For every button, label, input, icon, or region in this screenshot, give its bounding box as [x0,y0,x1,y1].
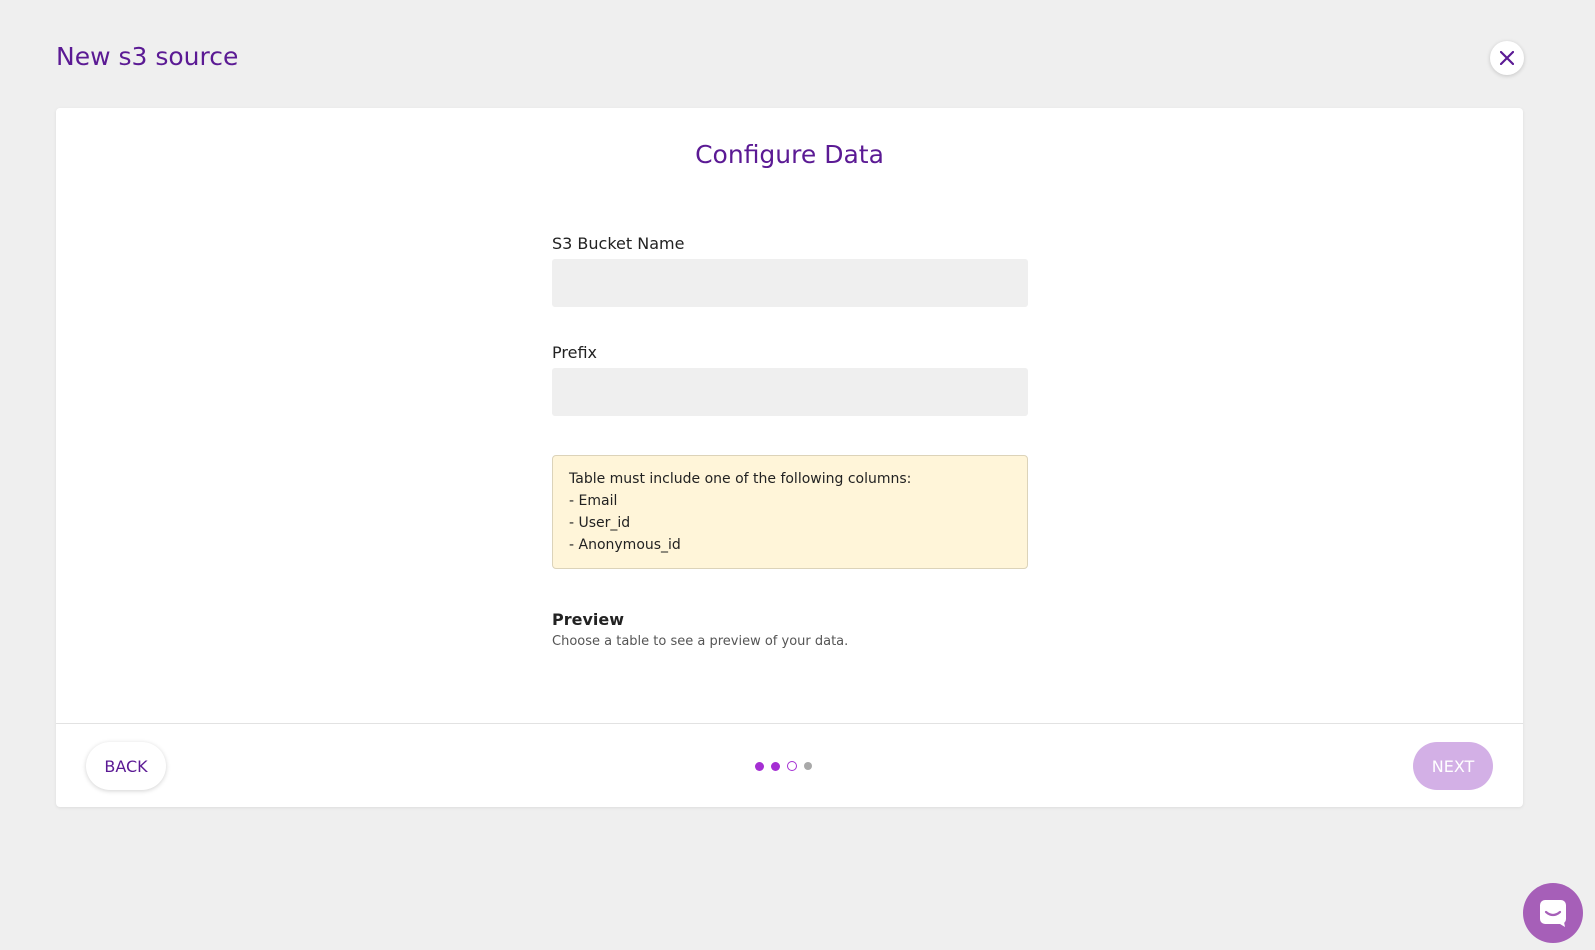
step-indicator [755,761,812,771]
chat-launcher-button[interactable] [1523,883,1583,943]
notice-line: Table must include one of the following … [569,471,912,487]
page-title: New s3 source [56,42,239,71]
step-dot-3 [787,761,797,771]
bucket-name-label: S3 Bucket Name [552,234,685,253]
bucket-name-input[interactable] [552,259,1028,307]
close-button[interactable] [1490,41,1524,75]
required-columns-notice: Table must include one of the following … [552,455,1028,569]
prefix-input[interactable] [552,368,1028,416]
bucket-name-group: S3 Bucket Name [552,234,1028,307]
preview-title: Preview [552,610,625,629]
step-dot-1 [755,761,764,771]
notice-line: - User_id [569,515,631,531]
step-dot-4 [804,762,812,770]
notice-line: - Email [569,493,618,509]
prefix-group: Prefix [552,343,1028,416]
chat-icon [1540,900,1566,927]
back-button[interactable]: BACK [86,742,166,790]
next-button[interactable]: NEXT [1413,742,1493,790]
preview-subtitle: Choose a table to see a preview of your … [552,634,849,649]
step-dot-2 [771,761,780,771]
prefix-label: Prefix [552,343,597,362]
card-title: Configure Data [695,140,884,169]
close-icon [1500,51,1514,65]
configure-data-card: Configure Data S3 Bucket Name Prefix Tab… [56,108,1523,807]
footer-divider [56,723,1523,724]
notice-line: - Anonymous_id [569,537,681,553]
